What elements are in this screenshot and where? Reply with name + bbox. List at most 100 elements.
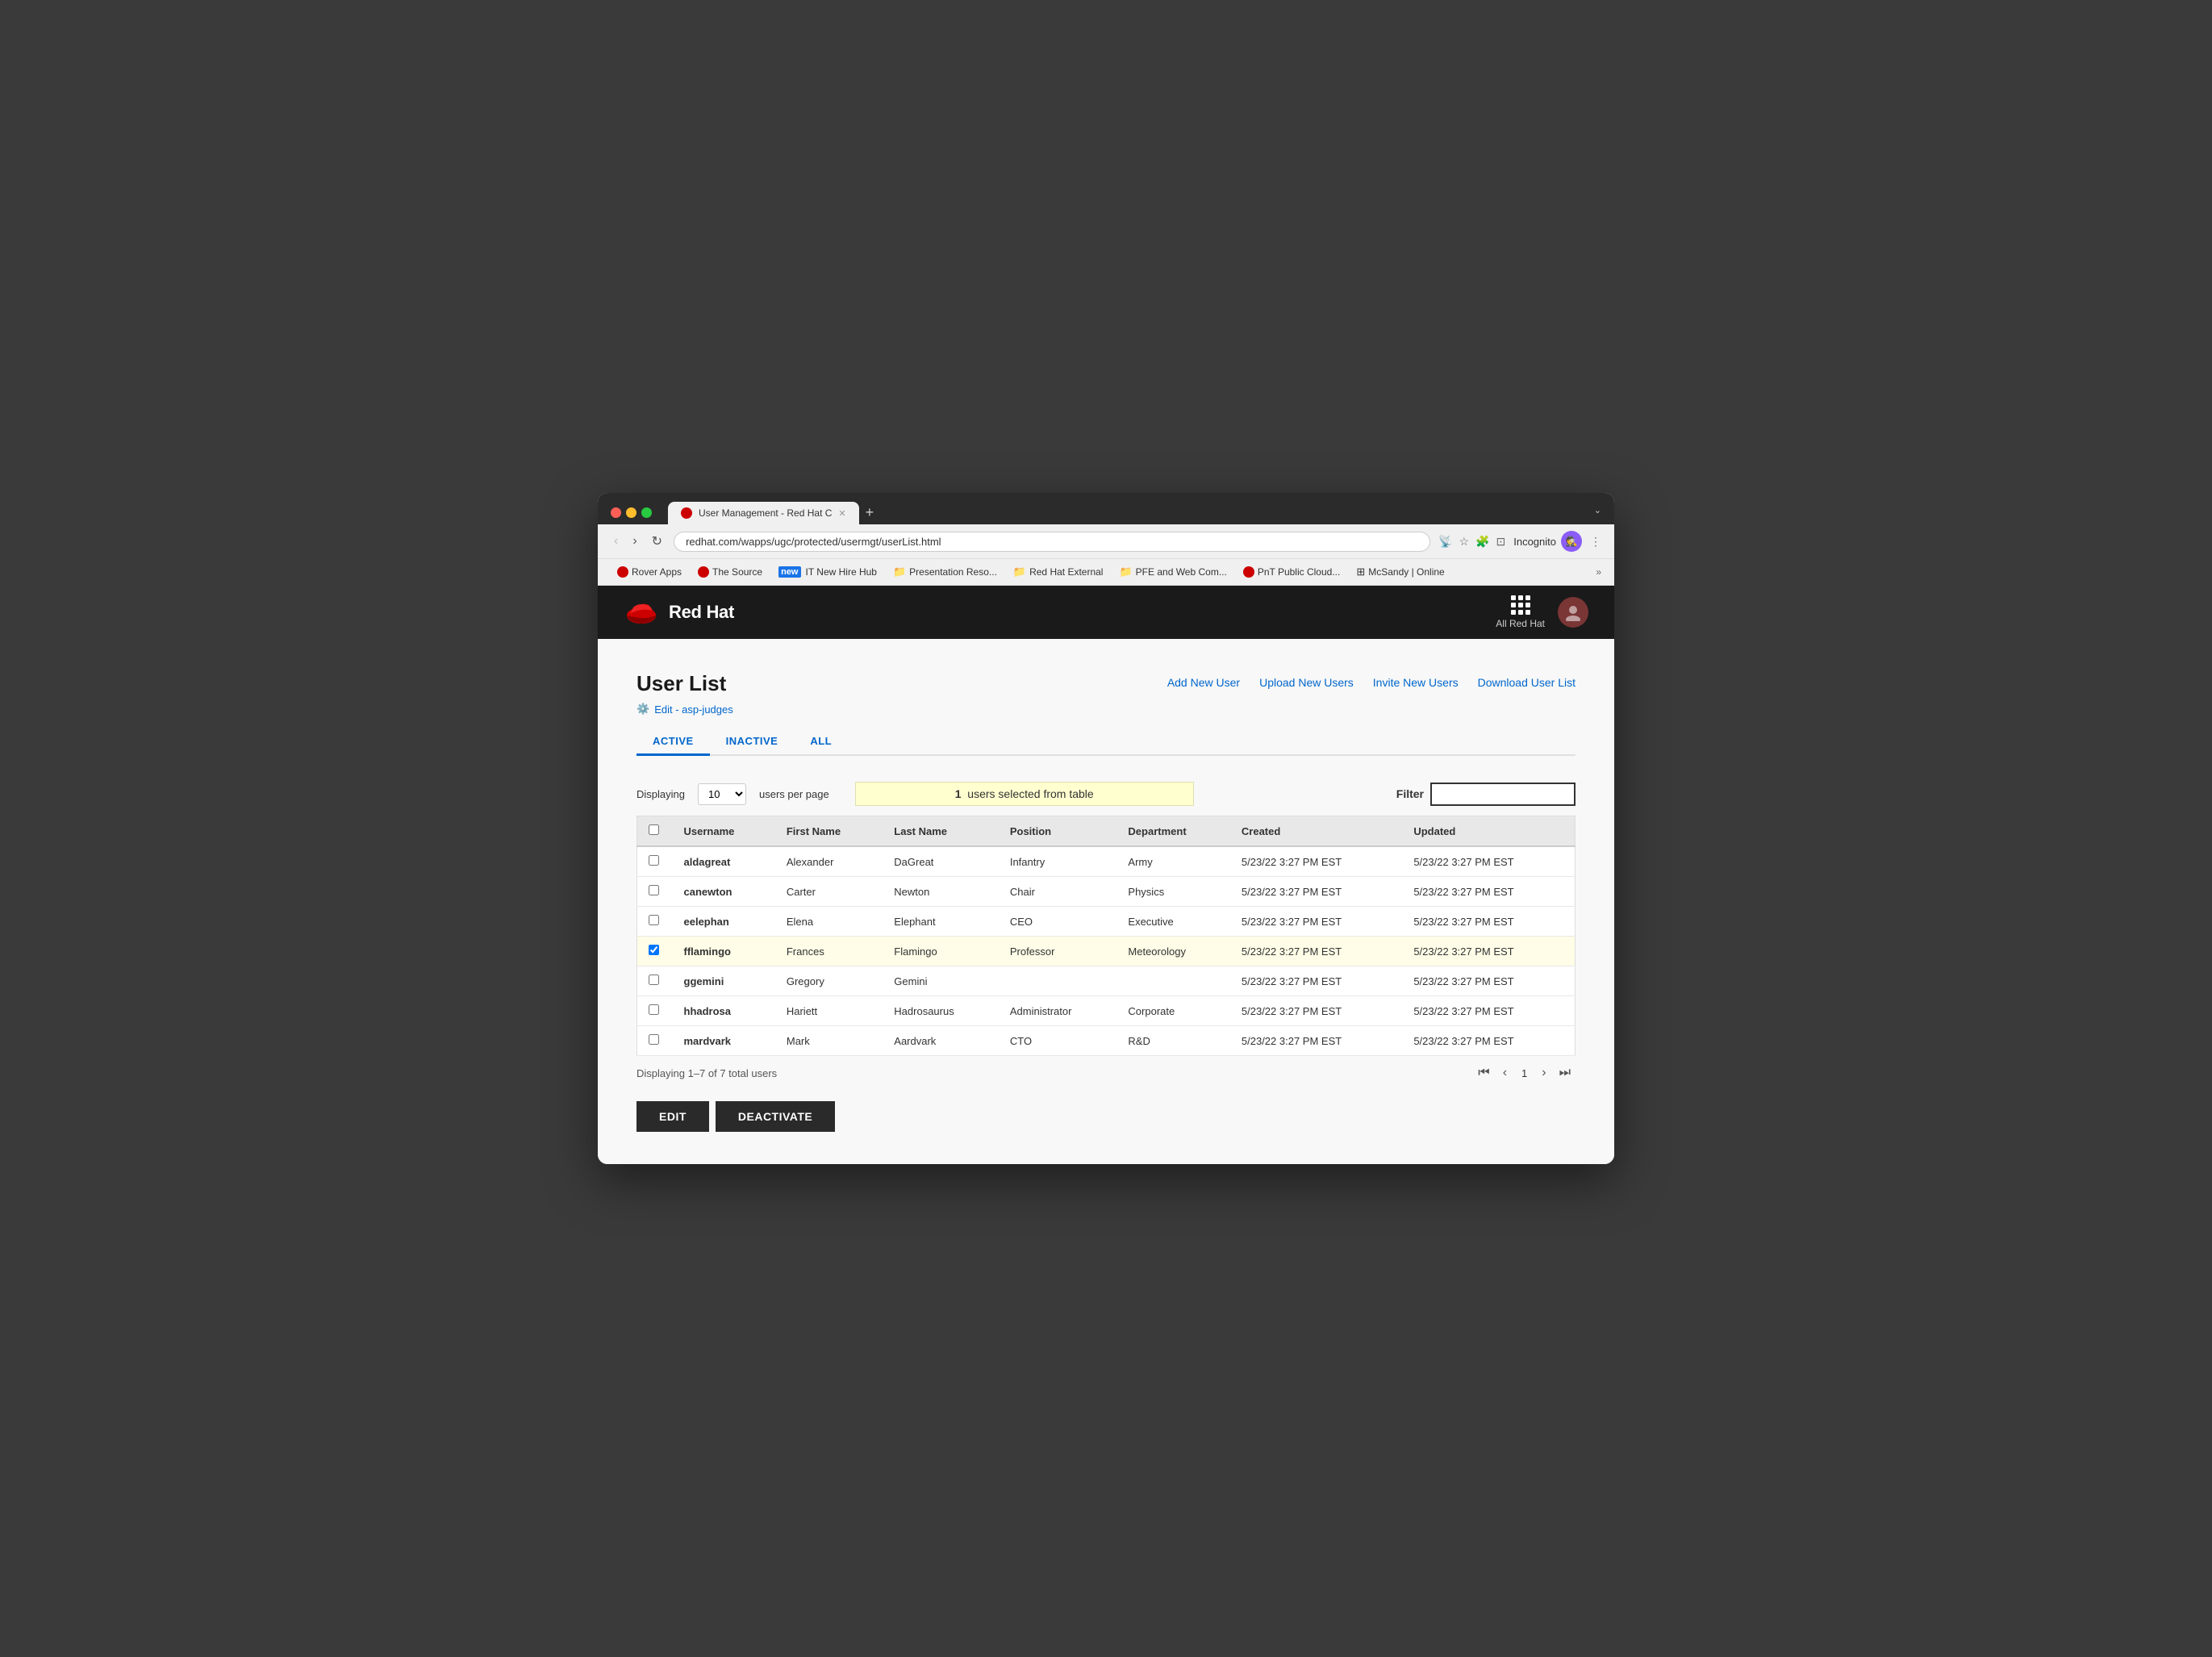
- action-buttons: EDIT DEACTIVATE: [636, 1101, 1576, 1132]
- cell-username: ggemini: [673, 966, 775, 996]
- row-checkbox[interactable]: [649, 1034, 659, 1045]
- reload-button[interactable]: ↻: [649, 532, 666, 551]
- cell-firstname: Carter: [775, 877, 883, 907]
- cell-created: 5/23/22 3:27 PM EST: [1230, 966, 1402, 996]
- last-page-button[interactable]: ⏭: [1555, 1064, 1576, 1082]
- redhat-logo-icon: [624, 598, 659, 627]
- back-button[interactable]: ‹: [611, 532, 621, 550]
- minimize-button[interactable]: [626, 507, 636, 518]
- title-bar: User Management - Red Hat C ✕ + ⌄: [598, 493, 1614, 524]
- forward-button[interactable]: ›: [629, 532, 640, 550]
- deactivate-button[interactable]: DEACTIVATE: [716, 1101, 835, 1132]
- row-checkbox[interactable]: [649, 945, 659, 955]
- rh-logo[interactable]: Red Hat: [624, 598, 734, 627]
- cell-position: [999, 966, 1117, 996]
- rh-logo-text: Red Hat: [669, 602, 734, 623]
- active-tab[interactable]: User Management - Red Hat C ✕: [668, 502, 859, 524]
- displaying-count: Displaying 1–7 of 7 total users: [636, 1067, 777, 1079]
- bookmark-pnt[interactable]: PnT Public Cloud...: [1237, 564, 1347, 580]
- cell-updated: 5/23/22 3:27 PM EST: [1402, 877, 1575, 907]
- extensions-icon[interactable]: 🧩: [1475, 535, 1489, 549]
- bookmark-icon[interactable]: ☆: [1459, 535, 1470, 549]
- row-checkbox[interactable]: [649, 855, 659, 866]
- cell-position: Professor: [999, 937, 1117, 966]
- cell-firstname: Frances: [775, 937, 883, 966]
- bookmark-the-source[interactable]: The Source: [691, 564, 769, 580]
- table-row: eelephan Elena Elephant CEO Executive 5/…: [637, 907, 1576, 937]
- per-page-select[interactable]: 10 25 50 100: [698, 783, 746, 805]
- edit-link[interactable]: Edit - asp-judges: [654, 703, 733, 716]
- cell-lastname: Hadrosaurus: [883, 996, 999, 1026]
- bookmark-mcsandy[interactable]: ⊞ McSandy | Online: [1350, 563, 1450, 581]
- page-content: User List Add New User Upload New Users …: [598, 639, 1614, 1164]
- bookmark-presentation[interactable]: 📁 Presentation Reso...: [887, 563, 1004, 581]
- incognito-avatar: 🕵: [1561, 531, 1582, 552]
- new-tab-button[interactable]: +: [859, 501, 881, 524]
- bookmark-redhat-external[interactable]: 📁 Red Hat External: [1007, 563, 1110, 581]
- bookmark-it-new-hire[interactable]: new IT New Hire Hub: [772, 564, 883, 580]
- row-checkbox-cell: [637, 846, 673, 877]
- row-checkbox[interactable]: [649, 975, 659, 985]
- tab-close-icon[interactable]: ✕: [838, 508, 845, 519]
- col-created: Created: [1230, 816, 1402, 847]
- close-button[interactable]: [611, 507, 621, 518]
- page-wrapper: User List Add New User Upload New Users …: [598, 639, 1614, 1164]
- filter-input[interactable]: [1430, 783, 1576, 806]
- all-redhat-button[interactable]: All Red Hat: [1496, 595, 1545, 629]
- cell-created: 5/23/22 3:27 PM EST: [1230, 937, 1402, 966]
- bookmark-rover-apps[interactable]: Rover Apps: [611, 564, 688, 580]
- cell-department: Executive: [1116, 907, 1229, 937]
- tabs-row: ACTIVE INACTIVE ALL: [636, 728, 1576, 756]
- next-page-button[interactable]: ›: [1537, 1064, 1550, 1082]
- cast-icon: 📡: [1438, 535, 1452, 549]
- user-avatar[interactable]: [1558, 597, 1588, 628]
- pagination: ⏮ ‹ 1 › ⏭: [1473, 1064, 1576, 1082]
- select-all-checkbox[interactable]: [649, 824, 659, 835]
- upload-new-users-link[interactable]: Upload New Users: [1259, 676, 1354, 689]
- row-checkbox[interactable]: [649, 885, 659, 895]
- settings-icon: ⚙️: [636, 703, 649, 716]
- menu-icon[interactable]: ⋮: [1590, 535, 1601, 549]
- table-row: ggemini Gregory Gemini 5/23/22 3:27 PM E…: [637, 966, 1576, 996]
- maximize-button[interactable]: [641, 507, 652, 518]
- tab-title: User Management - Red Hat C: [699, 507, 832, 519]
- select-all-header: [637, 816, 673, 847]
- first-page-button[interactable]: ⏮: [1473, 1064, 1494, 1082]
- cell-department: Physics: [1116, 877, 1229, 907]
- tab-search-icon[interactable]: ⊡: [1496, 535, 1506, 549]
- tab-inactive[interactable]: INACTIVE: [710, 728, 795, 756]
- cell-lastname: Aardvark: [883, 1026, 999, 1056]
- add-new-user-link[interactable]: Add New User: [1167, 676, 1240, 689]
- grid-icon: [1511, 595, 1530, 615]
- prev-page-button[interactable]: ‹: [1498, 1064, 1512, 1082]
- cell-username: canewton: [673, 877, 775, 907]
- table-row: canewton Carter Newton Chair Physics 5/2…: [637, 877, 1576, 907]
- col-updated: Updated: [1402, 816, 1575, 847]
- download-user-list-link[interactable]: Download User List: [1478, 676, 1576, 689]
- row-checkbox[interactable]: [649, 1004, 659, 1015]
- cell-username: mardvark: [673, 1026, 775, 1056]
- invite-new-users-link[interactable]: Invite New Users: [1373, 676, 1459, 689]
- cell-updated: 5/23/22 3:27 PM EST: [1402, 966, 1575, 996]
- cell-firstname: Elena: [775, 907, 883, 937]
- incognito-button[interactable]: Incognito 🕵: [1513, 531, 1582, 552]
- cell-updated: 5/23/22 3:27 PM EST: [1402, 846, 1575, 877]
- traffic-lights: [611, 507, 652, 518]
- row-checkbox[interactable]: [649, 915, 659, 925]
- bookmarks-more[interactable]: »: [1596, 566, 1601, 578]
- cell-firstname: Alexander: [775, 846, 883, 877]
- tab-active[interactable]: ACTIVE: [636, 728, 710, 756]
- edit-link-row: ⚙️ Edit - asp-judges: [636, 703, 1576, 716]
- address-input[interactable]: [674, 532, 1430, 552]
- bookmark-pfe[interactable]: 📁 PFE and Web Com...: [1112, 563, 1233, 581]
- cell-department: Army: [1116, 846, 1229, 877]
- edit-button[interactable]: EDIT: [636, 1101, 709, 1132]
- cell-lastname: Flamingo: [883, 937, 999, 966]
- cell-firstname: Hariett: [775, 996, 883, 1026]
- cell-department: [1116, 966, 1229, 996]
- col-department: Department: [1116, 816, 1229, 847]
- tab-all[interactable]: ALL: [794, 728, 848, 756]
- folder-icon-3: 📁: [1119, 566, 1132, 578]
- bookmarks-bar: Rover Apps The Source new IT New Hire Hu…: [598, 559, 1614, 586]
- cell-position: Infantry: [999, 846, 1117, 877]
